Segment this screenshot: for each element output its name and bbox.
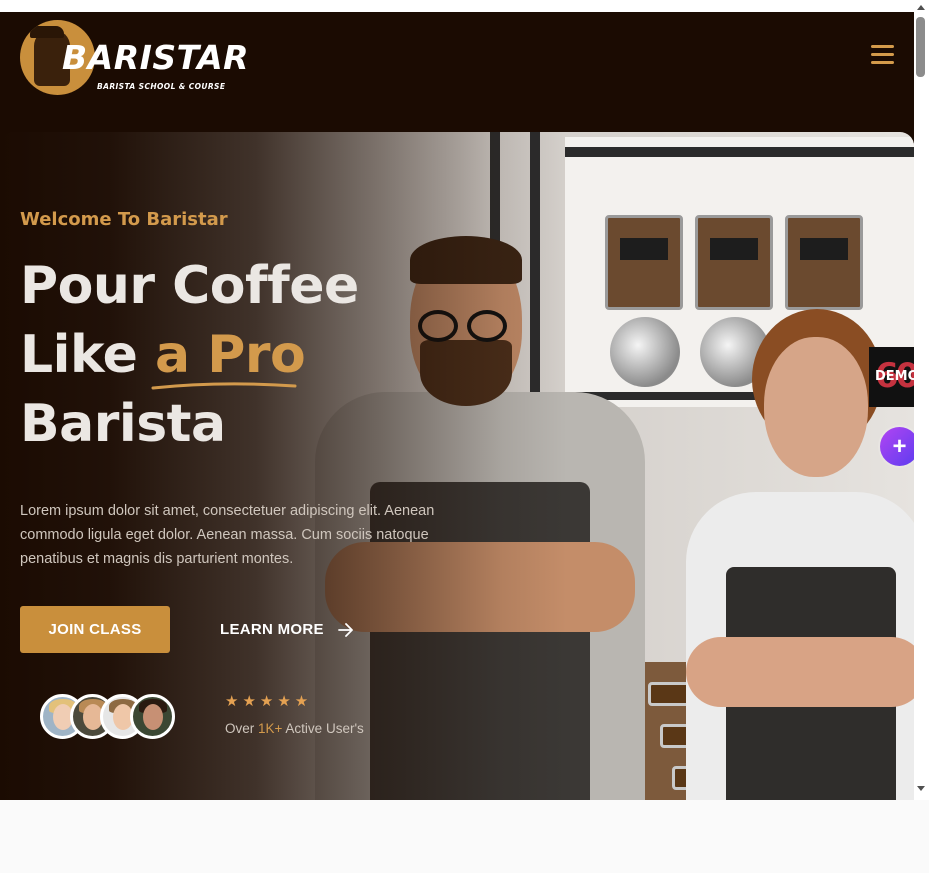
hero-title-accent: a Pro (151, 321, 306, 390)
users-count: 1K+ (258, 721, 283, 736)
hero-title: Pour Coffee Like a Pro Barista (20, 252, 359, 459)
hero-description: Lorem ipsum dolor sit amet, consectetuer… (20, 503, 435, 567)
arrow-right-icon (337, 622, 353, 637)
active-users-text: Over 1K+ Active User's (225, 721, 364, 736)
users-prefix: Over (225, 721, 259, 736)
hero-content: Welcome To Baristar Pour Coffee Like a P… (20, 132, 520, 800)
hero-title-prefix: Like (20, 325, 156, 385)
hero-section: Welcome To Baristar Pour Coffee Like a P… (0, 132, 914, 800)
logo-hat (30, 26, 64, 38)
hero-title-line-2: Like a Pro (20, 321, 359, 390)
hamburger-menu-icon[interactable] (871, 45, 895, 67)
learn-more-button[interactable]: LEARN MORE (220, 606, 354, 653)
menu-line (871, 45, 894, 48)
site-header: BARISTAR BARISTA SCHOOL & COURSE (0, 12, 914, 132)
avatar (130, 694, 175, 739)
site-page: BARISTAR BARISTA SCHOOL & COURSE Welcome… (0, 12, 914, 800)
hero-title-accent-text: a Pro (155, 325, 306, 385)
menu-line (871, 61, 894, 64)
hero-welcome-text: Welcome To Baristar (20, 209, 228, 230)
scroll-down-icon[interactable] (917, 786, 925, 791)
hero-title-line-1: Pour Coffee (20, 256, 359, 316)
avatar-face (143, 704, 163, 730)
brand-name: BARISTAR (62, 38, 250, 77)
browser-top-strip (0, 0, 914, 12)
join-class-button[interactable]: JOIN CLASS (20, 606, 170, 653)
user-avatars (40, 694, 190, 740)
underline-swoosh-icon (151, 382, 297, 390)
brand-tagline: BARISTA SCHOOL & COURSE (97, 82, 226, 91)
users-suffix: Active User's (282, 721, 364, 736)
learn-more-label: LEARN MORE (220, 621, 324, 638)
page-scrollbar[interactable] (914, 0, 929, 800)
scrollbar-thumb[interactable] (916, 17, 925, 77)
scroll-up-icon[interactable] (917, 5, 925, 10)
rating-stars-icon: ★★★★★ (225, 693, 313, 710)
hero-title-line-3: Barista (20, 394, 226, 454)
brand-logo[interactable]: BARISTAR BARISTA SCHOOL & COURSE (20, 20, 250, 96)
menu-line (871, 53, 894, 56)
